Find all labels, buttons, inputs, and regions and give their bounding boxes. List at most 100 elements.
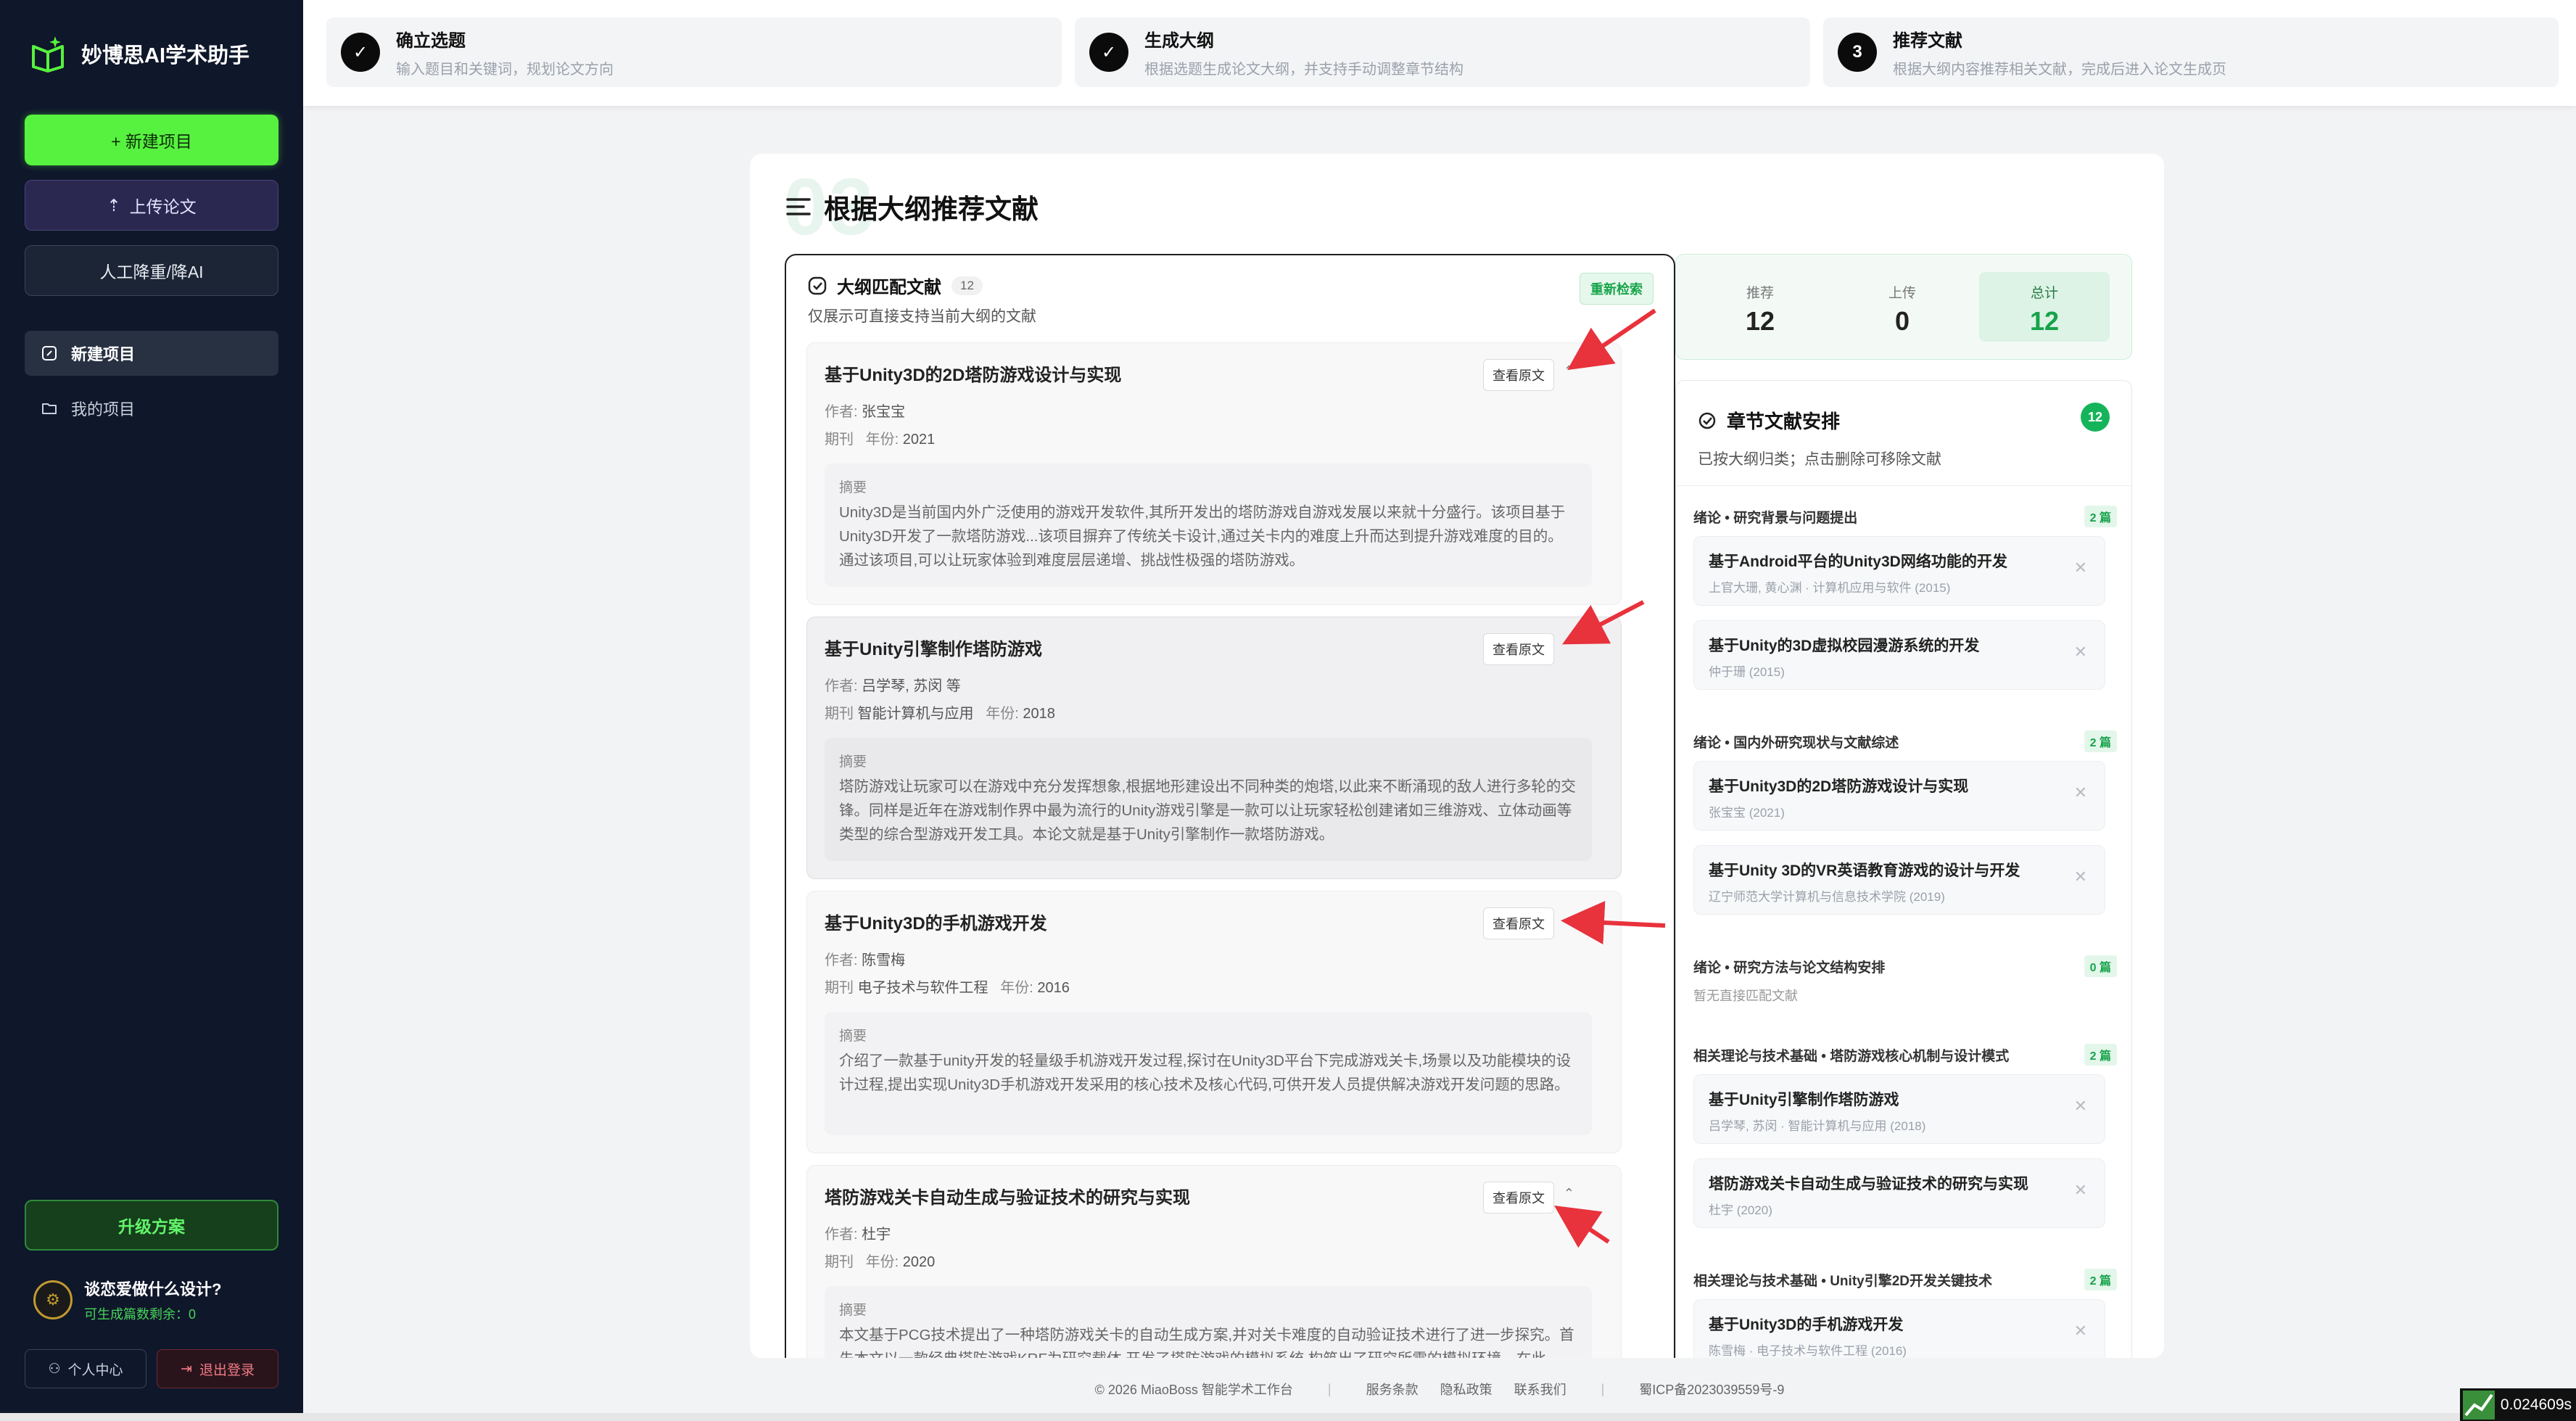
book-logo-icon [32, 36, 64, 73]
step-subtitle: 根据选题生成论文大纲，并支持手动调整章节结构 [1144, 62, 1464, 78]
section-name: 相关理论与技术基础 • 塔防游戏核心机制与设计模式 [1693, 1049, 2010, 1064]
chapter-count-badge: 12 [2081, 403, 2110, 432]
paper-author: 作者: 杜宇 [825, 1222, 891, 1243]
sidebar-item-new-project[interactable]: 新建项目 [25, 331, 278, 376]
item-title: 基于Unity3D的手机游戏开发 [1709, 1317, 1904, 1333]
item-meta: 杜宇 (2020) [1709, 1203, 1772, 1217]
chapter-item[interactable]: 基于Android平台的Unity3D网络功能的开发 上官大珊, 黄心渊 · 计… [1693, 536, 2105, 606]
ai-rewrite-button[interactable]: 人工降重/降AI [25, 245, 278, 296]
contact-link[interactable]: 联系我们 [1514, 1380, 1566, 1399]
chapter-section-title: 绪论 • 研究方法与论文结构安排 0 篇 [1693, 955, 2117, 977]
close-icon[interactable]: ✕ [2074, 1097, 2087, 1116]
paper-card[interactable]: 基于Unity3D的2D塔防游戏设计与实现 查看原文 ⌃ 作者: 张宝宝 期刊 … [806, 342, 1622, 605]
paper-title: 塔防游戏关卡自动生成与验证技术的研究与实现 [825, 1188, 1190, 1208]
profile-button[interactable]: ⚇ 个人中心 [25, 1349, 146, 1388]
close-icon[interactable]: ✕ [2074, 643, 2087, 662]
item-title: 基于Android平台的Unity3D网络功能的开发 [1709, 553, 2007, 570]
step-title: 确立选题 [396, 31, 466, 51]
view-original-button[interactable]: 查看原文 [1483, 907, 1554, 939]
year-value: 2018 [1023, 706, 1055, 722]
sidebar-item-my-projects[interactable]: 我的项目 [25, 386, 278, 431]
footer: © 2026 MiaoBoss 智能学术工作台 | 服务条款 隐私政策 联系我们… [303, 1372, 2576, 1406]
journal-label: 期刊 [825, 980, 854, 996]
count-badge: 12 [951, 276, 983, 295]
app-logo[interactable]: 妙博思AI学术助手 [28, 33, 249, 74]
chapter-item[interactable]: 基于Unity3D的手机游戏开发 陈雪梅 · 电子技术与软件工程 (2016) … [1693, 1299, 2105, 1358]
author-label: 作者: [825, 952, 858, 968]
icp-link[interactable]: 蜀ICP备2023039559号-9 [1639, 1380, 1784, 1399]
paper-abstract: 摘要 介绍了一款基于unity开发的轻量级手机游戏开发过程,探讨在Unity3D… [825, 1012, 1592, 1135]
paper-card[interactable]: 塔防游戏关卡自动生成与验证技术的研究与实现 查看原文 ⌃ 作者: 杜宇 期刊 年… [806, 1165, 1622, 1358]
journal-value: 电子技术与软件工程 [857, 980, 988, 996]
step-references[interactable]: 3 推荐文献 根据大纲内容推荐相关文献，完成后进入论文生成页 [1823, 17, 2559, 87]
close-icon[interactable]: ✕ [2074, 1322, 2087, 1340]
view-original-button[interactable]: 查看原文 [1483, 359, 1554, 391]
stat-value: 12 [2029, 306, 2060, 336]
privacy-link[interactable]: 隐私政策 [1440, 1380, 1493, 1399]
paper-author: 作者: 张宝宝 [825, 400, 905, 421]
empty-message: 暂无直接匹配文献 [1693, 989, 1798, 1003]
close-icon[interactable]: ✕ [2074, 783, 2087, 802]
performance-badge: 0.024609s [2459, 1388, 2576, 1421]
divider [1676, 485, 2131, 486]
new-project-button[interactable]: + 新建项目 [25, 115, 278, 165]
step-topic[interactable]: ✓ 确立选题 输入题目和关键词，规划论文方向 [326, 17, 1062, 87]
view-original-button[interactable]: 查看原文 [1483, 1182, 1554, 1214]
chapter-item[interactable]: 塔防游戏关卡自动生成与验证技术的研究与实现 杜宇 (2020) ✕ [1693, 1158, 2105, 1228]
step-outline[interactable]: ✓ 生成大纲 根据选题生成论文大纲，并支持手动调整章节结构 [1075, 17, 1810, 87]
year-label: 年份: [1000, 980, 1033, 996]
paper-title: 基于Unity引擎制作塔防游戏 [825, 640, 1042, 659]
sidebar-item-label: 我的项目 [71, 400, 136, 419]
chapter-section-title: 绪论 • 国内外研究现状与文献综述 2 篇 [1693, 730, 2117, 752]
section-name: 绪论 • 国内外研究现状与文献综述 [1693, 736, 1899, 751]
close-icon[interactable]: ✕ [2074, 868, 2087, 886]
chart-icon [2462, 1390, 2495, 1420]
close-icon[interactable]: ✕ [2074, 1181, 2087, 1200]
item-meta: 上官大珊, 黄心渊 · 计算机应用与软件 (2015) [1709, 581, 1951, 595]
terms-link[interactable]: 服务条款 [1366, 1380, 1419, 1399]
abstract-text: Unity3D是当前国内外广泛使用的游戏开发软件,其所开发出的塔防游戏自游戏发展… [839, 504, 1566, 569]
abstract-text: 塔防游戏让玩家可以在游戏中充分发挥想象,根据地形建设出不同种类的炮塔,以此来不断… [839, 778, 1576, 843]
panel-header: 大纲匹配文献 12 [808, 273, 983, 298]
logout-label: 退出登录 [199, 1362, 255, 1378]
chevron-up-icon[interactable]: ⌃ [1564, 638, 1574, 653]
year-label: 年份: [865, 432, 899, 448]
close-icon[interactable]: ✕ [2074, 559, 2087, 577]
stat-value: 0 [1894, 306, 1910, 336]
paper-author: 作者: 吕学琴, 苏闵 等 [825, 674, 961, 695]
chevron-up-icon[interactable]: ⌃ [1564, 1186, 1574, 1201]
author-value: 陈雪梅 [862, 952, 906, 968]
logout-icon: ⇥ [181, 1361, 192, 1377]
chapter-item[interactable]: 基于Unity引擎制作塔防游戏 吕学琴, 苏闵 · 智能计算机与应用 (2018… [1693, 1074, 2105, 1144]
logout-button[interactable]: ⇥ 退出登录 [157, 1349, 278, 1388]
upload-paper-button[interactable]: ⇡ 上传论文 [25, 180, 278, 231]
paper-card[interactable]: 基于Unity引擎制作塔防游戏 查看原文 ⌃ 作者: 吕学琴, 苏闵 等 期刊 … [806, 617, 1622, 879]
paper-title: 基于Unity3D的手机游戏开发 [825, 914, 1047, 934]
view-original-button[interactable]: 查看原文 [1483, 633, 1554, 665]
chapter-section-title: 相关理论与技术基础 • 塔防游戏核心机制与设计模式 2 篇 [1693, 1044, 2117, 1066]
main-panel: 03 根据大纲推荐文献 大纲匹配文献 12 仅展示可直接支持当前大纲的文献 重新… [750, 154, 2164, 1358]
paper-card[interactable]: 基于Unity3D的手机游戏开发 查看原文 作者: 陈雪梅 期刊 电子技术与软件… [806, 891, 1622, 1153]
abstract-text: 本文基于PCG技术提出了一种塔防游戏关卡的自动生成方案,并对关卡难度的自动验证技… [839, 1327, 1574, 1358]
menu-icon [786, 198, 811, 215]
chevron-up-icon[interactable]: ⌃ [1564, 363, 1574, 379]
chapter-item[interactable]: 基于Unity 3D的VR英语教育游戏的设计与开发 辽宁师范大学计算机与信息技术… [1693, 845, 2105, 915]
upgrade-plan-button[interactable]: 升级方案 [25, 1200, 278, 1251]
section-name: 绪论 • 研究方法与论文结构安排 [1693, 960, 1886, 976]
chapter-panel-subtitle: 已按大纲归类；点击删除可移除文献 [1698, 451, 1941, 468]
item-meta: 陈雪梅 · 电子技术与软件工程 (2016) [1709, 1344, 1907, 1358]
item-title: 基于Unity 3D的VR英语教育游戏的设计与开发 [1709, 862, 2020, 879]
paper-meta: 期刊 年份: 2021 [825, 427, 935, 448]
research-button[interactable]: 重新检索 [1580, 273, 1654, 305]
author-label: 作者: [825, 1227, 858, 1243]
chapter-item[interactable]: 基于Unity的3D虚拟校园漫游系统的开发 仲于珊 (2015) ✕ [1693, 620, 2105, 690]
section-name: 相关理论与技术基础 • Unity引擎2D开发关键技术 [1693, 1274, 1992, 1289]
paper-meta: 期刊 年份: 2020 [825, 1250, 935, 1271]
upload-icon: ⇡ [107, 195, 121, 215]
author-label: 作者: [825, 678, 858, 694]
chapter-item[interactable]: 基于Unity3D的2D塔防游戏设计与实现 张宝宝 (2021) ✕ [1693, 761, 2105, 831]
item-title: 塔防游戏关卡自动生成与验证技术的研究与实现 [1709, 1176, 2028, 1193]
stat-total: 总计 12 [1979, 272, 2110, 342]
section-count: 2 篇 [2084, 506, 2117, 527]
stat-recommended: 推荐 12 [1695, 272, 1825, 342]
